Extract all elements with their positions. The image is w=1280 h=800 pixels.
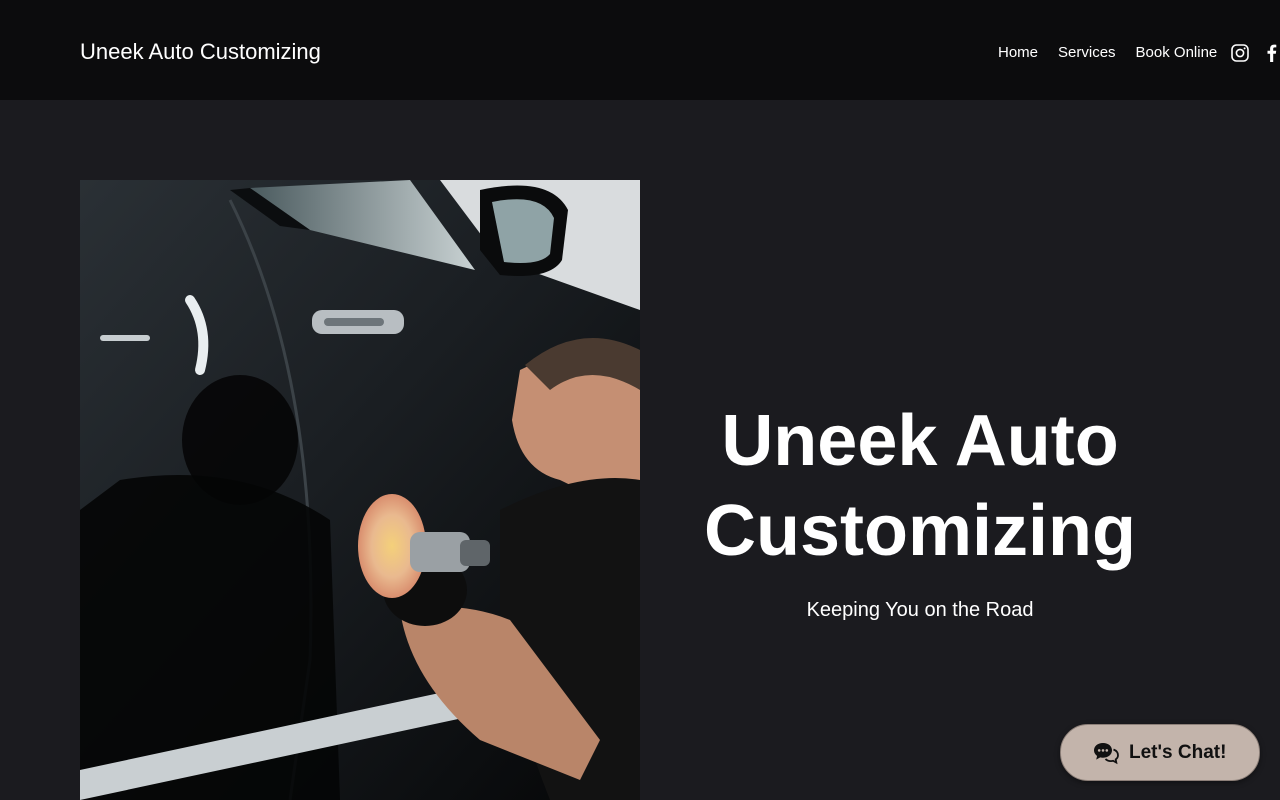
facebook-icon[interactable]: [1262, 43, 1280, 63]
chat-button[interactable]: Let's Chat!: [1060, 724, 1260, 781]
site-title-link[interactable]: Uneek Auto Customizing: [80, 38, 321, 66]
car-polishing-illustration: [80, 180, 640, 800]
hero-photo: [80, 180, 640, 800]
nav-item-book-online[interactable]: Book Online: [1126, 44, 1228, 62]
chat-bubble-icon: [1094, 742, 1119, 764]
nav-item-services[interactable]: Services: [1048, 44, 1126, 62]
hero-subtitle: Keeping You on the Road: [806, 599, 1034, 621]
hero-title: Uneek Auto Customizing: [704, 401, 1136, 571]
nav-item-home[interactable]: Home: [988, 44, 1048, 62]
social-bar: [1230, 43, 1280, 63]
instagram-icon[interactable]: [1230, 43, 1250, 63]
main-nav: Home Services Book Online: [988, 44, 1227, 62]
chat-button-label: Let's Chat!: [1129, 741, 1227, 763]
site-header: Uneek Auto Customizing Home Services Boo…: [0, 0, 1280, 100]
